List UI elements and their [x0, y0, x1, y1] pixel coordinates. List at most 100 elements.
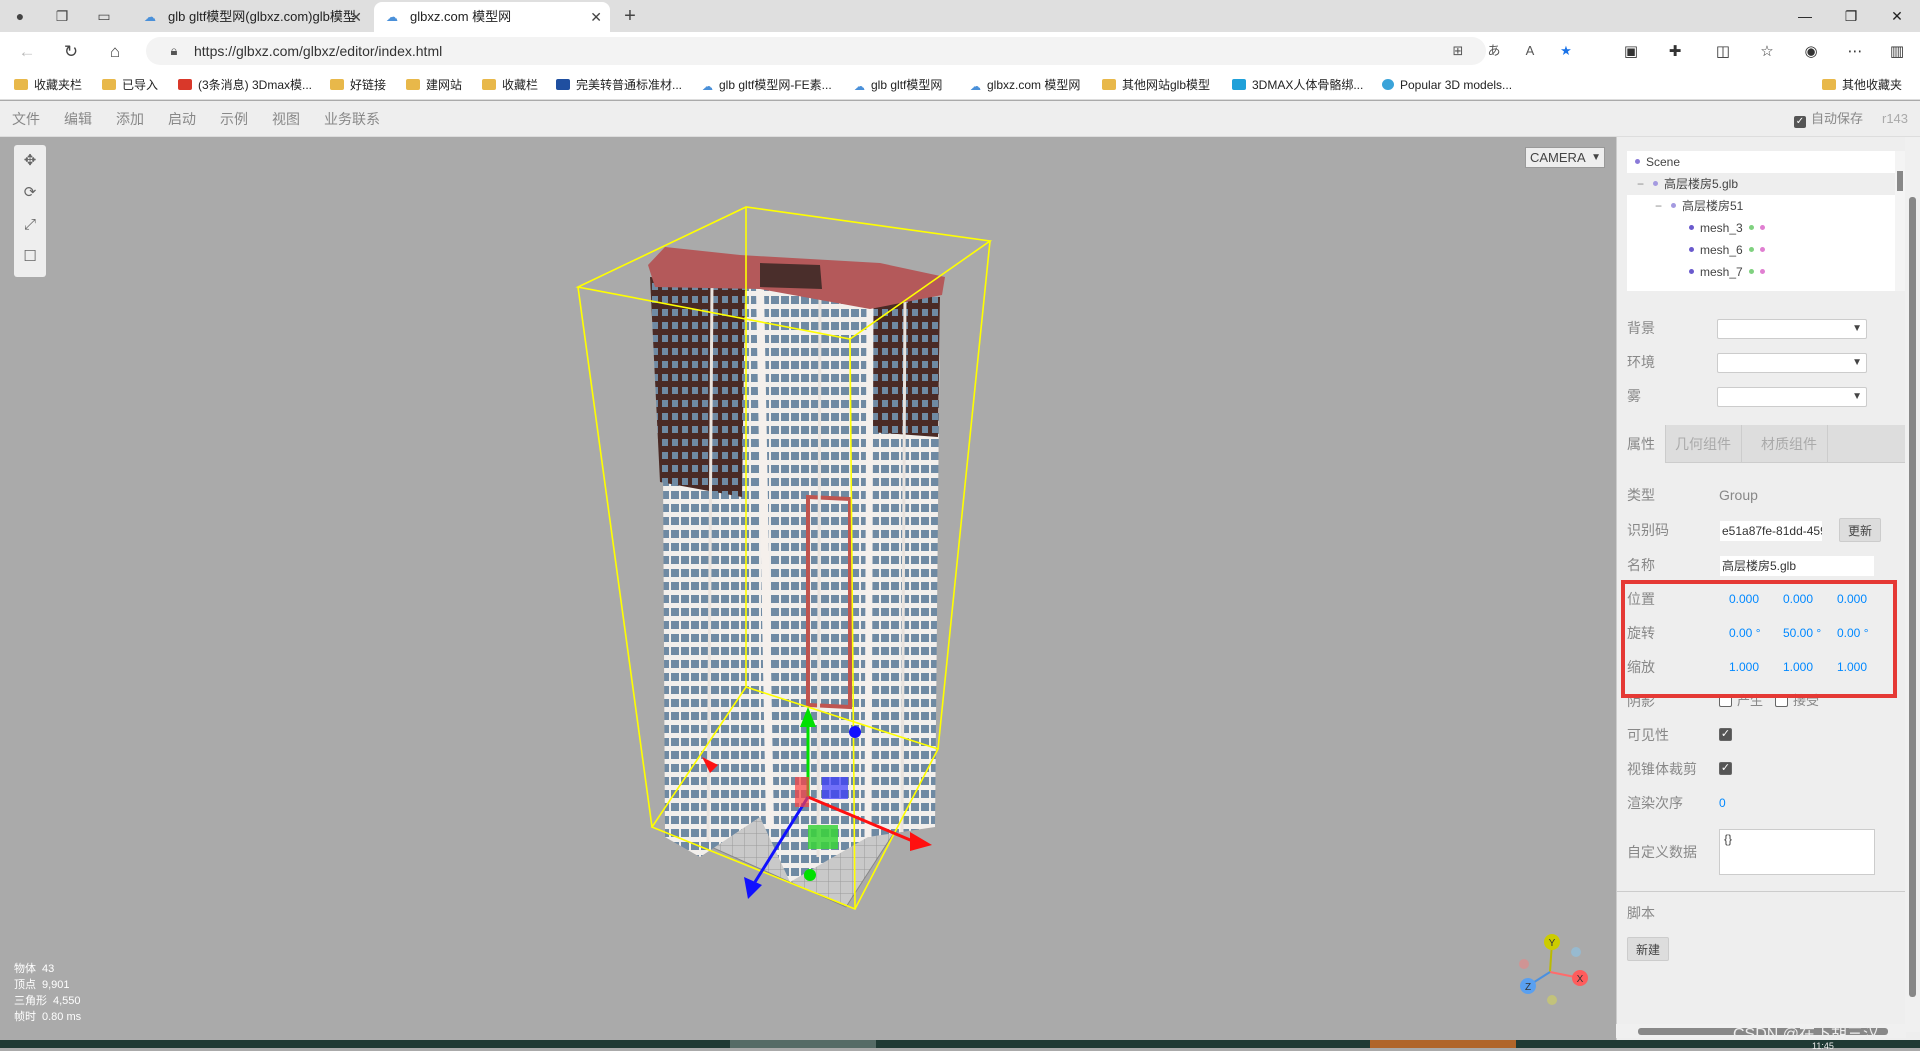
menu-add[interactable]: 添加 — [116, 101, 144, 137]
uuid-field[interactable]: e51a87fe-81dd-459 — [1719, 520, 1823, 542]
tab-geometry[interactable]: 几何组件 — [1665, 425, 1742, 463]
rotation-x[interactable]: 0.00 ° — [1729, 619, 1761, 647]
tab-object[interactable]: 属性 — [1617, 425, 1666, 463]
scale-y[interactable]: 1.000 — [1783, 653, 1813, 681]
menu-examples[interactable]: 示例 — [220, 101, 248, 137]
cast-shadow-checkbox[interactable] — [1719, 694, 1732, 707]
workspaces-icon[interactable]: ❐ — [52, 6, 72, 26]
outliner-item[interactable]: − 高层楼房51 — [1655, 195, 1743, 217]
tab-actions-icon[interactable]: ▭ — [94, 6, 114, 26]
bookmark-folder[interactable]: 收藏栏 — [482, 70, 538, 100]
performance-icon[interactable]: ◉ — [1800, 41, 1822, 63]
browser-tab[interactable]: ☁ glb gltf模型网(glbxz.com)glb模型 ✕ — [132, 2, 370, 32]
local-space-checkbox[interactable]: ☐ — [14, 241, 46, 273]
url-field[interactable]: 🔒︎ https://glbxz.com/glbxz/editor/index.… — [146, 37, 1572, 65]
render-order-value[interactable]: 0 — [1719, 789, 1726, 817]
position-x[interactable]: 0.000 — [1729, 585, 1759, 613]
close-tab-icon[interactable]: ✕ — [590, 2, 602, 32]
browser-tab-active[interactable]: ☁ glbxz.com 模型网 ✕ — [374, 2, 610, 32]
wallet-icon[interactable]: ▣ — [1620, 41, 1642, 63]
outliner-item[interactable]: mesh_3 — [1689, 217, 1765, 239]
read-aloud-icon[interactable]: A — [1520, 41, 1540, 61]
bookmark-link[interactable]: (3条消息) 3Dmax模... — [178, 70, 312, 100]
bookmark-folder[interactable]: 其他网站glb模型 — [1102, 70, 1210, 100]
menu-view[interactable]: 视图 — [272, 101, 300, 137]
autosave-checkbox[interactable]: ✓ — [1794, 116, 1806, 128]
background-select[interactable]: ▼ — [1717, 319, 1867, 339]
bookmark-folder[interactable]: 收藏夹栏 — [14, 70, 82, 100]
bookmark-link[interactable]: ☁ glbxz.com 模型网 — [970, 70, 1080, 100]
camera-select[interactable]: CAMERA ▼ — [1525, 147, 1605, 168]
rotation-z[interactable]: 0.00 ° — [1837, 619, 1869, 647]
outliner-scrollbar[interactable] — [1895, 151, 1905, 291]
minimize-icon[interactable]: — — [1782, 0, 1828, 32]
rotation-y[interactable]: 50.00 ° — [1783, 619, 1821, 647]
app-available-icon[interactable]: ⊞ — [1448, 41, 1468, 61]
collapse-toggle-icon[interactable]: − — [1637, 173, 1647, 195]
userdata-textarea[interactable]: {} — [1719, 829, 1875, 875]
bookmark-folder[interactable]: 已导入 — [102, 70, 158, 100]
fog-select[interactable]: ▼ — [1717, 387, 1867, 407]
address-bar-row: ← ↻ ⌂ 🔒︎ https://glbxz.com/glbxz/editor/… — [0, 32, 1920, 70]
outliner-item[interactable]: Scene — [1635, 151, 1680, 173]
new-tab-icon[interactable]: + — [620, 6, 640, 26]
folder-icon — [482, 79, 496, 90]
bookmark-link[interactable]: 3DMAX人体骨骼绑... — [1232, 70, 1363, 100]
frustum-culled-checkbox[interactable]: ✓ — [1719, 762, 1732, 775]
sidebar-scrollbar[interactable] — [1905, 137, 1920, 1032]
window-close-icon[interactable]: ✕ — [1874, 0, 1920, 32]
profile-icon[interactable]: ● — [10, 6, 30, 26]
taskbar-app[interactable] — [1370, 1040, 1516, 1048]
translate-icon[interactable]: あ — [1484, 41, 1504, 61]
rotate-tool-icon[interactable]: ⟳ — [14, 177, 46, 209]
name-field[interactable]: 高层楼房5.glb — [1719, 555, 1875, 577]
taskbar-app[interactable] — [730, 1040, 876, 1048]
visible-checkbox[interactable]: ✓ — [1719, 728, 1732, 741]
restore-icon[interactable]: ❐ — [1828, 0, 1874, 32]
sidebar-toggle-icon[interactable]: ▥ — [1886, 41, 1908, 63]
menu-play[interactable]: 启动 — [168, 101, 196, 137]
new-script-button[interactable]: 新建 — [1627, 937, 1670, 961]
bookmark-folder[interactable]: 好链接 — [330, 70, 386, 100]
bookmark-link[interactable]: Popular 3D models... — [1382, 70, 1512, 100]
position-z[interactable]: 0.000 — [1837, 585, 1867, 613]
home-icon[interactable]: ⌂ — [104, 41, 126, 63]
tab-material[interactable]: 材质组件 — [1751, 425, 1828, 463]
more-options-icon[interactable]: ⋯ — [1844, 41, 1866, 63]
collapse-toggle-icon[interactable]: − — [1655, 195, 1665, 217]
position-y[interactable]: 0.000 — [1783, 585, 1813, 613]
move-tool-icon[interactable]: ✥ — [14, 145, 46, 177]
menu-file[interactable]: 文件 — [12, 101, 40, 137]
scene-outliner[interactable]: Scene − 高层楼房5.glb − 高层楼房51 mesh_3 mesh_6 m… — [1627, 151, 1903, 291]
scale-tool-icon[interactable]: ⤢ — [14, 209, 46, 241]
lock-icon[interactable]: 🔒︎ — [164, 41, 184, 61]
3d-viewport[interactable]: ✥ ⟳ ⤢ ☐ CAMERA ▼ 物体 43 顶点 9,901 三角形 4,550 帧… — [0, 137, 1616, 1040]
background-label: 背景 — [1627, 320, 1655, 336]
scale-z[interactable]: 1.000 — [1837, 653, 1867, 681]
scene-render[interactable] — [0, 137, 1616, 1040]
bookmark-folder[interactable]: 其他收藏夹 — [1822, 70, 1902, 100]
bookmark-link[interactable]: ☁ glb gltf模型网 — [854, 70, 942, 100]
bookmark-link[interactable]: 完美转普通标准材... — [556, 70, 682, 100]
view-helper-gizmo[interactable]: Y X Z — [1510, 932, 1590, 1012]
outliner-item[interactable]: mesh_7 — [1689, 261, 1765, 283]
refresh-icon[interactable]: ↻ — [60, 41, 82, 63]
bookmark-link[interactable]: ☁ glb gltf模型网-FE素... — [702, 70, 832, 100]
back-arrow-icon[interactable]: ← — [16, 41, 38, 63]
split-screen-icon[interactable]: ◫ — [1712, 41, 1734, 63]
uuid-update-button[interactable]: 更新 — [1839, 518, 1882, 542]
revision-label: r143 — [1882, 111, 1909, 126]
menu-edit[interactable]: 编辑 — [64, 101, 92, 137]
outliner-item[interactable]: mesh_6 — [1689, 239, 1765, 261]
favorite-star-icon[interactable]: ★ — [1556, 41, 1576, 61]
outliner-item-selected[interactable]: − 高层楼房5.glb — [1627, 173, 1901, 195]
autosave-toggle[interactable]: ✓ 自动保存 — [1794, 101, 1863, 137]
environment-select[interactable]: ▼ — [1717, 353, 1867, 373]
extensions-icon[interactable]: ✚ — [1664, 41, 1686, 63]
scale-x[interactable]: 1.000 — [1729, 653, 1759, 681]
menu-business[interactable]: 业务联系 — [324, 101, 380, 137]
receive-shadow-checkbox[interactable] — [1775, 694, 1788, 707]
close-tab-icon[interactable]: ✕ — [350, 2, 362, 32]
bookmark-folder[interactable]: 建网站 — [406, 70, 462, 100]
favorites-icon[interactable]: ☆ — [1756, 41, 1778, 63]
